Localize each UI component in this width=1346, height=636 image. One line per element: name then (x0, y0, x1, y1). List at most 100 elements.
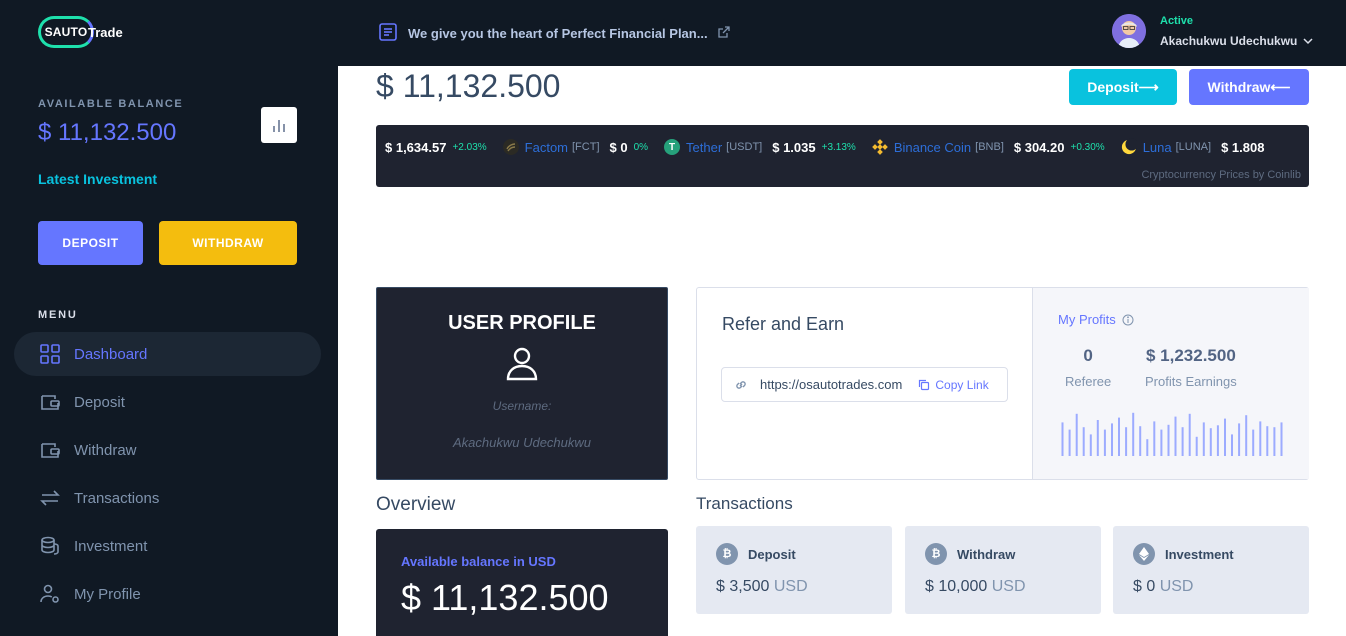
sidebar-deposit-button[interactable]: DEPOSIT (38, 221, 143, 265)
sidebar-item-label: Withdraw (74, 441, 137, 459)
tx-card-head: Investment (1133, 543, 1234, 565)
main-balance: $ 11,132.500 (376, 68, 561, 104)
ticker-name: Factom (524, 139, 568, 155)
sparkline-bar (1216, 425, 1219, 456)
sidebar-item-transactions[interactable]: Transactions (14, 476, 321, 520)
ticker-price: $ 304.20 (1013, 139, 1065, 155)
sparkline-bar (1118, 417, 1120, 456)
user-name-text: Akachukwu Udechukwu (1160, 33, 1298, 48)
sidebar-withdraw-button[interactable]: WITHDRAW (159, 221, 297, 265)
sparkline-bar (1280, 422, 1283, 456)
sparkline-bar (1132, 412, 1135, 456)
overview-label: Available balance in USD (401, 554, 556, 569)
ticker-change: +0.30% (1070, 141, 1105, 153)
sparkline-bar (1174, 416, 1177, 456)
bitcoin-icon: ₿ (716, 543, 738, 565)
sidebar-item-dashboard[interactable]: Dashboard (14, 332, 321, 376)
copy-link-button[interactable]: Copy Link (918, 378, 989, 392)
available-balance-value: $ 11,132.500 (38, 119, 177, 146)
referral-url: https://osautotrades.com (760, 377, 903, 392)
user-settings-icon (38, 582, 62, 606)
sparkline-bar (1160, 429, 1163, 456)
news-text: We give you the heart of Perfect Financi… (408, 26, 708, 41)
latest-investment-link[interactable]: Latest Investment (38, 171, 157, 187)
ticker-change: +2.03% (452, 141, 487, 153)
news-icon (378, 22, 398, 45)
ticker-credit[interactable]: Cryptocurrency Prices by Coinlib (1141, 169, 1301, 181)
sparkline-bar (1082, 427, 1085, 456)
sidebar-item-investment[interactable]: Investment (14, 524, 321, 568)
logo-text: Trade (88, 24, 123, 40)
deposit-summary-card[interactable]: ₿ Deposit $ 3,500 USD (696, 526, 892, 614)
investment-summary-card[interactable]: Investment $ 0 USD (1113, 526, 1309, 614)
user-dropdown[interactable]: Active Akachukwu Udechukwu (1112, 14, 1315, 48)
sparkline-bar (1202, 422, 1205, 456)
sparkline-bar (1103, 429, 1106, 456)
sparkline-bar (1231, 434, 1233, 456)
sparkline-bar (1252, 429, 1255, 456)
profits-sparkline (1061, 412, 1283, 456)
referee-label: Referee (1065, 374, 1112, 389)
profits-earnings-stat: $ 1,232.500 Profits Earnings (1145, 346, 1237, 389)
tx-card-amount: $ 0 USD (1133, 578, 1193, 596)
wallet-in-icon (38, 390, 62, 414)
withdraw-button[interactable]: Withdraw⟵ (1189, 69, 1309, 105)
crypto-ticker[interactable]: $ 1,634.57 +2.03% Factom [FCT] $ 0 0% T … (376, 125, 1309, 187)
profits-earnings-value: $ 1,232.500 (1145, 346, 1236, 365)
logo-mark-text: SAUTO (44, 25, 88, 39)
tx-card-label: Withdraw (957, 546, 1016, 562)
sidebar-item-deposit[interactable]: Deposit (14, 380, 321, 424)
logo[interactable]: SAUTO Trade (38, 16, 123, 48)
refer-earn-card: Refer and Earn https://osautotrades.com … (696, 287, 1309, 480)
user-info: Active Akachukwu Udechukwu (1160, 15, 1315, 48)
external-link-icon (717, 26, 730, 41)
sidebar-item-label: Dashboard (74, 345, 148, 363)
info-icon (1122, 314, 1134, 325)
sidebar-item-label: Transactions (74, 489, 160, 507)
ticker-name: Luna (1142, 139, 1172, 155)
username-label: Username: (492, 399, 552, 413)
avatar (1112, 14, 1146, 48)
user-profile-card: USER PROFILE Username: Akachukwu Udechuk… (376, 287, 668, 480)
tx-amount-value: $ 10,000 (925, 578, 988, 595)
withdraw-summary-card[interactable]: ₿ Withdraw $ 10,000 USD (905, 526, 1101, 614)
sparkline-bar (1238, 423, 1241, 456)
sidebar-item-my-profile[interactable]: My Profile (14, 572, 321, 616)
sparkline-bar (1245, 415, 1248, 456)
sparkline-bar (1273, 427, 1276, 456)
sparkline-bar (1153, 421, 1156, 456)
coins-icon (38, 534, 62, 558)
tether-icon: T (664, 139, 681, 155)
sparkline-bar (1096, 420, 1099, 456)
user-icon (377, 345, 667, 381)
ticker-price: $ 0 (609, 139, 628, 155)
ticker-change: 0% (633, 141, 649, 153)
tx-card-amount: $ 10,000 USD (925, 578, 1026, 596)
ticker-symbol: [USDT] (726, 141, 763, 153)
transactions-title: Transactions (696, 494, 793, 513)
ticker-name: Tether (686, 139, 723, 155)
ticker-price: $ 1.035 (772, 139, 816, 155)
overview-card: Available balance in USD $ 11,132.500 (376, 529, 668, 636)
link-icon (736, 380, 746, 389)
profits-earnings-label: Profits Earnings (1145, 374, 1237, 389)
transfer-icon (38, 486, 62, 510)
sparkline-bar (1075, 413, 1078, 456)
deposit-button[interactable]: Deposit⟶ (1069, 69, 1177, 105)
available-balance-label: AVAILABLE BALANCE (38, 98, 184, 110)
bitcoin-icon: ₿ (925, 543, 947, 565)
sparkline-bar (1259, 421, 1262, 456)
tx-currency: USD (1159, 578, 1194, 595)
referral-link-field[interactable]: https://osautotrades.com Copy Link (721, 367, 1008, 402)
sparkline-bar (1139, 426, 1142, 456)
username-value: Akachukwu Udechukwu (452, 435, 592, 450)
tx-currency: USD (773, 578, 808, 595)
news-link[interactable]: We give you the heart of Perfect Financi… (378, 22, 730, 45)
tx-card-head: ₿ Deposit (716, 543, 796, 565)
balance-chart-button[interactable] (261, 107, 297, 143)
copy-icon (919, 379, 930, 390)
menu-heading: MENU (38, 309, 78, 321)
my-profits-title[interactable]: My Profits (1058, 312, 1134, 327)
logo-mark: SAUTO (38, 16, 94, 48)
sidebar-item-withdraw[interactable]: Withdraw (14, 428, 321, 472)
